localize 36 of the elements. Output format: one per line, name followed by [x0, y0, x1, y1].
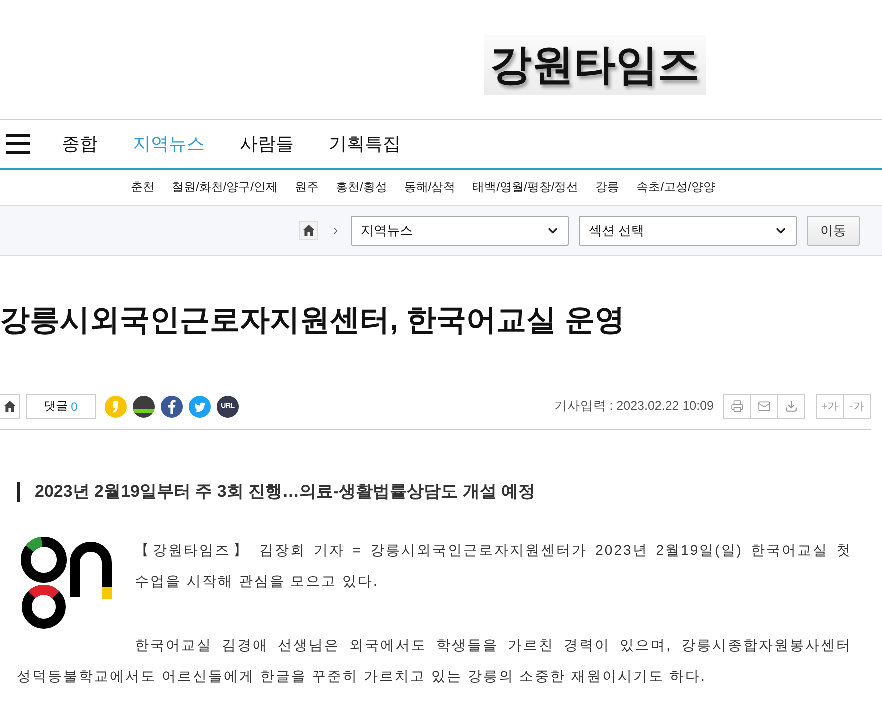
region-link[interactable]: 철원/화천/양구/인제 — [172, 179, 278, 196]
region-link[interactable]: 속초/고성/양양 — [636, 179, 716, 196]
region-link[interactable]: 춘천 — [131, 179, 155, 196]
region-link[interactable]: 원주 — [295, 179, 320, 196]
nav-tab[interactable]: 기획특집 — [329, 132, 401, 156]
region-link[interactable]: 태백/영월/평창/정선 — [472, 179, 579, 196]
logo-icon — [20, 535, 112, 630]
print-icon[interactable] — [730, 400, 744, 413]
home-icon[interactable] — [4, 401, 16, 412]
download-icon[interactable] — [784, 400, 798, 413]
home-icon[interactable] — [302, 225, 314, 236]
nav-tab[interactable]: 사람들 — [240, 132, 294, 156]
article-title: 강릉시외국인근로자지원센터, 한국어교실 운영 — [0, 303, 626, 339]
region-link[interactable]: 강릉 — [596, 179, 620, 196]
article-subtitle: 2023년 2월19일부터 주 3회 진행…의료-생활법률상담도 개설 예정 — [17, 482, 536, 502]
article-paragraph: 한국어교실 김경애 선생님은 외국에서도 학생들을 가르친 경력이 있으며, 강릉시종합자원봉사센터 성덕등불학교에서도 어르신들에게 한글을 꾸준히 가르치고 있는 강릉의 소중한 재원이시기도 하다. — [17, 636, 852, 686]
email-button[interactable] — [750, 394, 778, 419]
comment-button[interactable]: 댓글 0 — [26, 394, 96, 419]
bird-icon[interactable] — [189, 396, 211, 418]
region-link[interactable]: 동해/삼척 — [404, 179, 456, 196]
print-button[interactable] — [723, 394, 751, 419]
publish-date: 기사입력 : 2023.02.22 10:09 — [554, 398, 714, 415]
region-link[interactable]: 홍천/횡성 — [336, 179, 388, 196]
facebook-icon[interactable] — [161, 396, 183, 418]
site-logo[interactable]: 강원타임즈 — [484, 34, 706, 94]
menu-icon[interactable] — [6, 134, 30, 154]
go-button[interactable]: 이동 — [807, 216, 860, 246]
nav-tab[interactable]: 종합 — [62, 132, 98, 156]
subsection-select[interactable]: 섹션 선택 — [579, 216, 797, 246]
mail-icon[interactable] — [758, 400, 770, 413]
home-button[interactable] — [0, 394, 20, 419]
section-select[interactable]: 지역뉴스 — [351, 216, 569, 246]
quote-mark-icon[interactable] — [105, 396, 127, 418]
home-button[interactable] — [299, 221, 318, 240]
article-paragraph: 【강원타임즈】 김장회 기자 = 강릉시외국인근로자지원센터가 2023년 2월19일(일) 한국어교실 첫 수업을 시작해 관심을 모으고 있다. — [135, 541, 852, 591]
download-button[interactable] — [777, 394, 805, 419]
